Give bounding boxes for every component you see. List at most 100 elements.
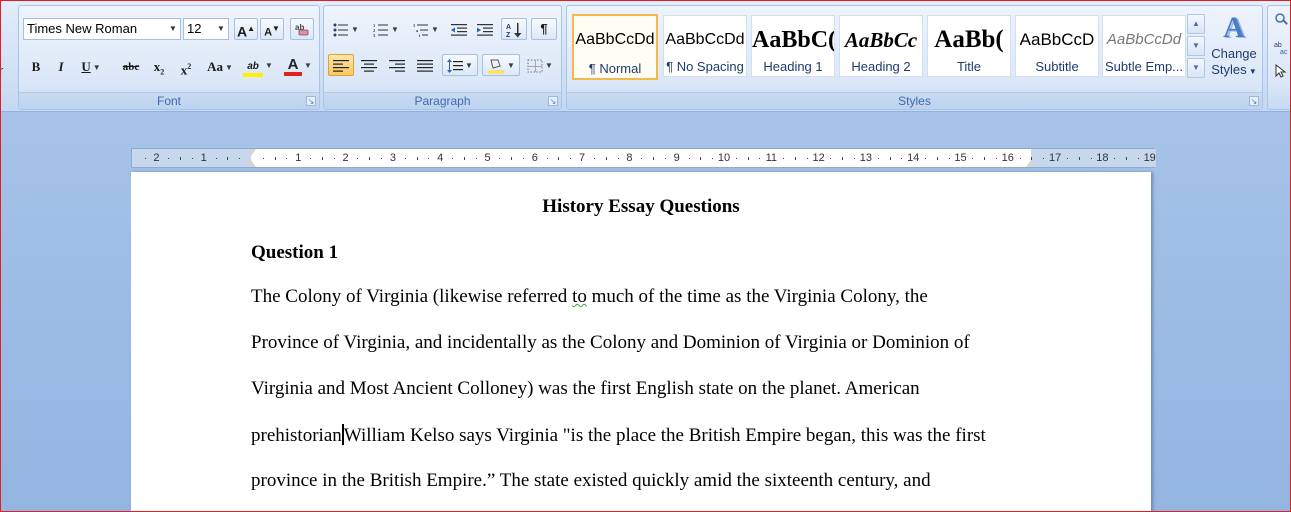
chevron-down-icon[interactable]: ▼ (304, 61, 312, 70)
change-styles-button[interactable]: A Change Styles ▼ (1208, 10, 1260, 88)
hanging-indent-marker[interactable] (246, 160, 256, 167)
line-spacing-button[interactable]: ▼ (442, 54, 478, 76)
styles-group-label: Styles (567, 92, 1262, 109)
chevron-down-icon[interactable]: ▼ (265, 61, 273, 70)
document-page[interactable]: History Essay Questions Question 1 The C… (131, 172, 1151, 512)
paragraph-dialog-launcher-icon[interactable]: ↘ (548, 96, 558, 106)
style-title[interactable]: AaBb( Title (927, 15, 1011, 77)
ruler-tick-label: 9 (673, 152, 680, 164)
font-dialog-launcher-icon[interactable]: ↘ (306, 96, 316, 106)
subscript-button[interactable]: x2 (147, 56, 171, 78)
ruler-tick-label: 3 (389, 152, 396, 164)
ruler-tick-label: 16 (1001, 152, 1014, 164)
italic-button[interactable]: I (50, 56, 72, 78)
ruler-minor-tick (274, 157, 276, 160)
sort-button[interactable]: A Z (501, 18, 527, 40)
find-icon[interactable] (1274, 12, 1290, 26)
font-name-select[interactable]: Times New Roman ▼ (23, 18, 181, 40)
chevron-down-icon[interactable]: ▼ (225, 63, 233, 72)
chevron-down-icon[interactable]: ▼ (214, 19, 228, 39)
body-text: Virginia and Most Ancient Colloney) was … (251, 378, 920, 399)
ruler-minor-tick (700, 157, 702, 160)
gallery-scroll-up[interactable]: ▲ (1187, 14, 1205, 34)
style-name: Subtitle (1035, 59, 1079, 74)
bullets-button[interactable]: ▼ (328, 18, 364, 40)
ruler-tick-label: 17 (1048, 152, 1062, 164)
align-center-button[interactable] (356, 54, 382, 76)
horizontal-ruler[interactable]: 2 1 1 2 3 4 5 6 7 8 9 10 11 12 13 14 15 16 17 18 19 (131, 148, 1156, 168)
ruler-minor-tick (262, 158, 264, 159)
ruler-tick-label: 2 (342, 152, 349, 164)
decrease-indent-icon (451, 24, 467, 36)
font-size-select[interactable]: 12 ▼ (183, 18, 229, 40)
replace-icon[interactable]: abac (1274, 40, 1290, 54)
ruler-minor-tick (144, 158, 146, 159)
ruler-minor-tick (712, 158, 714, 159)
ruler-minor-tick (1114, 158, 1116, 159)
chevron-down-icon[interactable]: ▼ (391, 25, 399, 34)
right-indent-marker[interactable] (1026, 160, 1036, 167)
change-case-button[interactable]: Aa ▼ (203, 56, 237, 78)
style-heading-1[interactable]: AaBbC( Heading 1 (751, 15, 835, 77)
superscript-button[interactable]: x2 (174, 56, 198, 78)
ruler-minor-tick (948, 158, 950, 159)
justify-button[interactable] (412, 54, 438, 76)
styles-dialog-launcher-icon[interactable]: ↘ (1249, 96, 1259, 106)
ruler-minor-tick (842, 157, 844, 160)
gallery-more[interactable]: ▼ (1187, 58, 1205, 78)
change-styles-label-2: Styles (1211, 62, 1247, 77)
numbering-icon: 123 (373, 23, 389, 38)
ruler-minor-tick (995, 158, 997, 159)
highlight-button[interactable]: ab ▼ (239, 54, 277, 77)
style-subtitle[interactable]: AaBbCcD Subtitle (1015, 15, 1099, 77)
align-center-icon (361, 60, 377, 72)
highlight-label: ab (247, 61, 259, 72)
svg-text:A: A (506, 24, 511, 31)
style-sample: AaBbCcD (1019, 30, 1095, 49)
ruler-minor-tick (511, 157, 513, 160)
style-heading-2[interactable]: AaBbCc Heading 2 (839, 15, 923, 77)
underline-button[interactable]: U ▼ (75, 56, 107, 78)
document-workspace: 2 1 1 2 3 4 5 6 7 8 9 10 11 12 13 14 15 16 17 18 19 History … (0, 112, 1291, 512)
align-right-button[interactable] (384, 54, 410, 76)
bold-button[interactable]: B (25, 56, 47, 78)
chevron-down-icon[interactable]: ▼ (465, 61, 473, 70)
ruler-minor-tick (404, 158, 406, 159)
first-line-indent-marker[interactable] (246, 149, 256, 156)
show-formatting-marks-button[interactable]: ¶ (531, 18, 557, 40)
ruler-minor-tick (783, 158, 785, 159)
style-normal[interactable]: AaBbCcDd ¶ Normal (572, 14, 658, 80)
shrink-font-button[interactable]: A▼ (260, 18, 284, 40)
gallery-scroll-down[interactable]: ▼ (1187, 36, 1205, 56)
chevron-down-icon[interactable]: ▼ (507, 61, 515, 70)
chevron-down-icon[interactable]: ▼ (351, 25, 359, 34)
chevron-down-icon[interactable]: ▼ (166, 19, 180, 39)
select-cursor-icon[interactable] (1275, 64, 1287, 78)
style-subtle-emphasis[interactable]: AaBbCcDd Subtle Emp... (1102, 15, 1186, 77)
style-no-spacing[interactable]: AaBbCcDd ¶ No Spacing (663, 15, 747, 77)
numbering-button[interactable]: 123 ▼ (368, 18, 404, 40)
highlighter-icon: ab (243, 61, 264, 77)
clear-formatting-button[interactable]: ab (290, 18, 314, 40)
shading-button[interactable]: ▼ (482, 54, 520, 76)
chevron-down-icon[interactable]: ▼ (431, 25, 439, 34)
ruler-tick-label: 7 (579, 152, 586, 164)
ruler-minor-tick (854, 158, 856, 159)
body-line: Province of Virginia, and incidentally a… (251, 332, 970, 354)
ruler-minor-tick (641, 158, 643, 159)
decrease-indent-button[interactable] (447, 18, 471, 40)
multilevel-list-button[interactable]: 1 a i ▼ (408, 18, 444, 40)
strikethrough-button[interactable]: abc (117, 56, 145, 78)
grammar-flagged-word[interactable]: to (572, 286, 587, 307)
chevron-down-icon[interactable]: ▼ (545, 61, 553, 70)
grow-font-button[interactable]: A▲ (234, 18, 258, 40)
ruler-minor-tick (617, 158, 619, 159)
style-name: Subtle Emp... (1104, 59, 1184, 74)
increase-indent-button[interactable] (473, 18, 497, 40)
align-left-button[interactable] (328, 54, 354, 76)
font-color-button[interactable]: A ▼ (280, 54, 316, 76)
ribbon-left-edge-text: r (0, 63, 4, 78)
borders-button[interactable]: ▼ (522, 54, 558, 76)
ruler-minor-tick (664, 158, 666, 159)
chevron-down-icon[interactable]: ▼ (93, 63, 101, 72)
